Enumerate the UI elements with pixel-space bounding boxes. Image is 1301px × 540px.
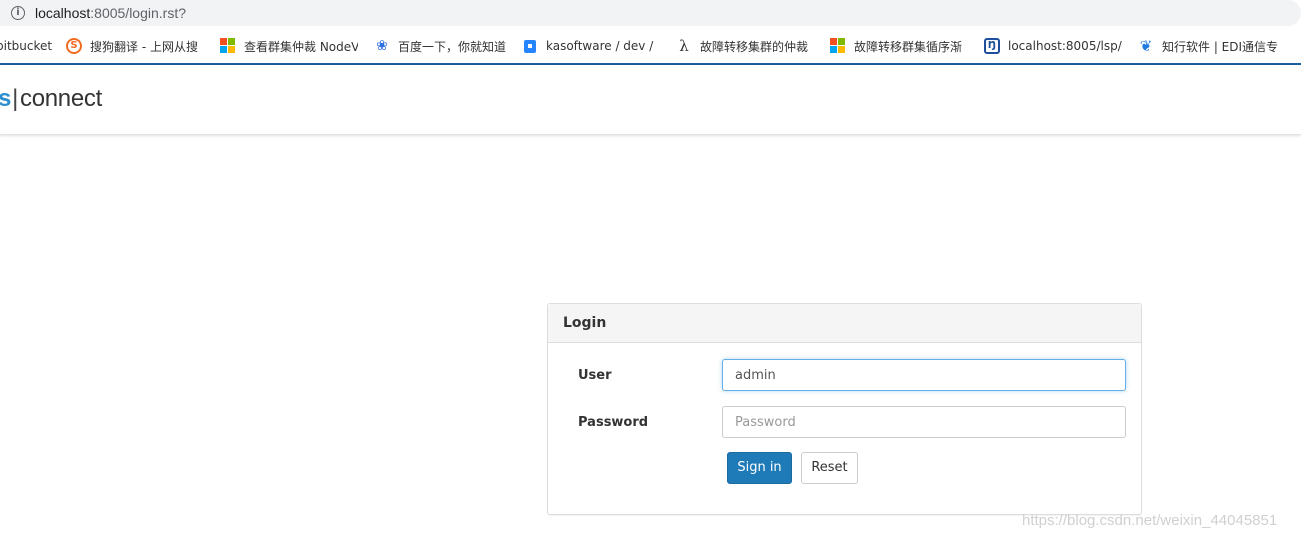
bookmark-localhost-lsp[interactable]: Ŋ localhost:8005/lsp/ xyxy=(984,37,1124,55)
brand-divider: | xyxy=(12,85,18,112)
watermark-text: https://blog.csdn.net/weixin_44045851 xyxy=(1022,512,1278,529)
bookmark-failover-quorum[interactable]: λ 故障转移集群的仲裁 xyxy=(676,37,814,55)
url-host: localhost xyxy=(35,5,91,21)
login-panel: Login User Password Sign in Reset xyxy=(547,303,1142,515)
site-info-icon[interactable]: i xyxy=(11,6,25,20)
bookmark-zhixing[interactable]: ❦ 知行软件 | EDI通信专 xyxy=(1138,37,1278,55)
brand-name: connect xyxy=(20,85,102,112)
url-text[interactable]: localhost:8005/login.rst? xyxy=(35,5,186,21)
bookmark-bitbucket[interactable]: bitbucket xyxy=(0,37,56,55)
bookmark-failover-guide[interactable]: 故障转移群集循序渐 xyxy=(830,37,968,55)
leaf-icon: ❦ xyxy=(1139,37,1153,55)
user-input[interactable] xyxy=(722,359,1126,391)
user-label: User xyxy=(578,368,612,383)
password-input[interactable] xyxy=(722,406,1126,438)
bookmark-label: kasoftware / dev / i xyxy=(546,39,658,53)
url-path: :8005/login.rst? xyxy=(90,5,186,21)
bookmark-kasoftware[interactable]: kasoftware / dev / i xyxy=(522,37,658,55)
lambda-icon: λ xyxy=(679,37,689,55)
bookmark-label: 搜狗翻译 - 上网从搜 xyxy=(90,39,198,54)
baidu-paw-icon: ❀ xyxy=(376,38,388,54)
bookmark-label: localhost:8005/lsp/ xyxy=(1008,39,1122,53)
bookmark-label: 故障转移集群的仲裁 xyxy=(700,39,809,54)
bookmark-sogou-translate[interactable]: S 搜狗翻译 - 上网从搜 xyxy=(66,37,206,55)
brand-prefix: s xyxy=(0,85,12,112)
bookmark-label: 故障转移群集循序渐 xyxy=(854,39,963,54)
sign-in-button[interactable]: Sign in xyxy=(727,452,792,484)
bookmark-label: 知行软件 | EDI通信专 xyxy=(1162,39,1278,54)
password-label: Password xyxy=(578,415,649,430)
fj-icon: Ŋ xyxy=(984,38,1000,54)
reset-button[interactable]: Reset xyxy=(801,452,858,484)
bitbucket-icon xyxy=(522,38,538,54)
app-navbar: s|connect xyxy=(0,65,1301,135)
address-bar: i localhost:8005/login.rst? xyxy=(0,0,1301,28)
bookmarks-bar: bitbucket S 搜狗翻译 - 上网从搜 查看群集仲裁 NodeV ❀ 百… xyxy=(0,28,1301,63)
microsoft-icon xyxy=(830,38,846,54)
bookmark-label: 百度一下，你就知道 xyxy=(398,39,507,54)
bookmark-label: 查看群集仲裁 NodeV xyxy=(244,39,358,54)
login-panel-title: Login xyxy=(548,304,1141,343)
microsoft-icon xyxy=(220,38,236,54)
bookmark-cluster-quorum[interactable]: 查看群集仲裁 NodeV xyxy=(220,37,358,55)
bookmark-baidu[interactable]: ❀ 百度一下，你就知道 xyxy=(374,37,510,55)
brand-logo[interactable]: s|connect xyxy=(0,85,102,113)
sogou-icon: S xyxy=(66,38,82,54)
omnibox[interactable]: i localhost:8005/login.rst? xyxy=(0,0,1301,26)
bookmark-label: bitbucket xyxy=(0,39,53,53)
